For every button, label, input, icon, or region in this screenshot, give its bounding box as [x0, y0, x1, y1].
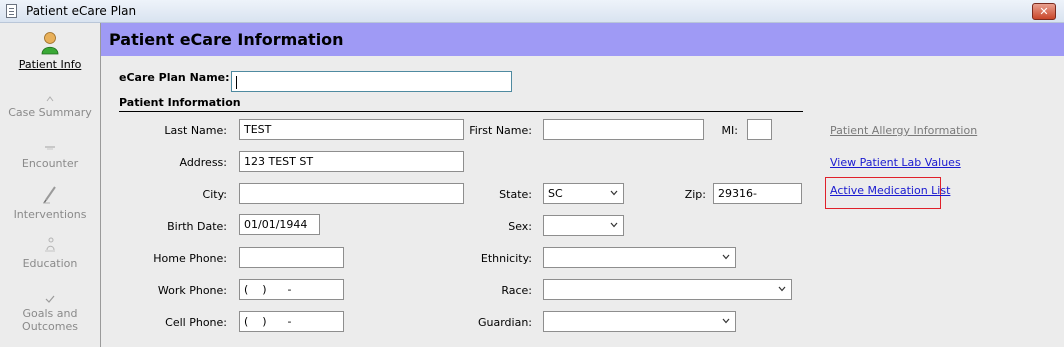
sidebar-item-goals-outcomes[interactable]: Goals and Outcomes: [0, 294, 100, 333]
city-input[interactable]: [239, 183, 464, 204]
race-label: Race:: [501, 284, 532, 297]
patient-allergy-link[interactable]: Patient Allergy Information: [830, 124, 977, 137]
sidebar-item-interventions[interactable]: Interventions: [0, 185, 100, 221]
lab-values-link[interactable]: View Patient Lab Values: [830, 156, 961, 169]
sidebar-item-label: Patient Info: [18, 58, 82, 71]
home-phone-input[interactable]: [239, 247, 344, 268]
work-phone-input[interactable]: ( ) -: [239, 279, 344, 300]
sidebar-item-encounter[interactable]: Encounter: [0, 138, 100, 170]
plan-name-label: eCare Plan Name:: [119, 71, 230, 84]
chevron-down-icon: [778, 286, 786, 292]
close-button[interactable]: ✕: [1032, 3, 1056, 20]
checkmark-icon: [45, 295, 55, 303]
sidebar-item-label: Interventions: [13, 208, 87, 221]
sidebar-item-label-line2: Outcomes: [22, 320, 78, 333]
sidebar-item-label: Encounter: [21, 157, 79, 170]
case-summary-icon: [46, 96, 54, 102]
text-caret: [236, 75, 237, 89]
person-icon: [41, 32, 59, 55]
last-name-label: Last Name:: [164, 124, 227, 137]
birth-date-label: Birth Date:: [167, 220, 227, 233]
first-name-label: First Name:: [469, 124, 532, 137]
sidebar-item-education[interactable]: Education: [0, 234, 100, 270]
chevron-down-icon: [722, 254, 730, 260]
home-phone-label: Home Phone:: [153, 252, 227, 265]
page-title: Patient eCare Information: [109, 30, 344, 49]
state-value: SC: [548, 187, 563, 200]
section-label: Patient Information: [119, 96, 241, 109]
sex-select[interactable]: [543, 215, 624, 236]
education-icon: [45, 237, 55, 252]
sidebar: Patient Info Case Summary Encounter Inte…: [0, 23, 101, 347]
state-label: State:: [499, 188, 532, 201]
pen-icon: [43, 186, 56, 204]
race-select[interactable]: [543, 279, 792, 300]
section-header: Patient eCare Information: [101, 23, 1064, 56]
guardian-select[interactable]: [543, 311, 736, 332]
window-title: Patient eCare Plan: [26, 4, 137, 18]
work-phone-label: Work Phone:: [157, 284, 227, 297]
sex-label: Sex:: [508, 220, 532, 233]
ethnicity-select[interactable]: [543, 247, 736, 268]
sidebar-item-label: Education: [22, 257, 78, 270]
guardian-label: Guardian:: [477, 316, 532, 329]
chevron-down-icon: [610, 222, 618, 228]
last-name-input[interactable]: TEST: [239, 119, 464, 140]
first-name-input[interactable]: [543, 119, 704, 140]
zip-label: Zip:: [684, 188, 706, 201]
sidebar-item-patient-info[interactable]: Patient Info: [0, 31, 100, 71]
chevron-down-icon: [610, 190, 618, 196]
address-input[interactable]: 123 TEST ST: [239, 151, 464, 172]
mi-input[interactable]: [747, 119, 772, 140]
mi-label: MI:: [721, 124, 738, 137]
chevron-down-icon: [722, 318, 730, 324]
active-medication-link[interactable]: Active Medication List: [830, 184, 950, 197]
cell-phone-input[interactable]: ( ) -: [239, 311, 344, 332]
state-select[interactable]: SC: [543, 183, 624, 204]
section-divider: [119, 111, 803, 112]
address-label: Address:: [179, 156, 227, 169]
sidebar-item-label: Goals and: [22, 307, 78, 320]
cell-phone-label: Cell Phone:: [165, 316, 227, 329]
zip-input[interactable]: 29316-: [713, 183, 802, 204]
birth-date-input[interactable]: 01/01/1944: [239, 214, 320, 235]
encounter-icon: [45, 146, 55, 150]
document-icon: [6, 4, 17, 18]
sidebar-item-label: Case Summary: [8, 106, 92, 119]
ethnicity-label: Ethnicity:: [480, 252, 532, 265]
plan-name-input[interactable]: [231, 71, 512, 92]
city-label: City:: [202, 188, 227, 201]
sidebar-item-case-summary[interactable]: Case Summary: [0, 96, 100, 119]
window-titlebar: Patient eCare Plan ✕: [0, 0, 1064, 23]
